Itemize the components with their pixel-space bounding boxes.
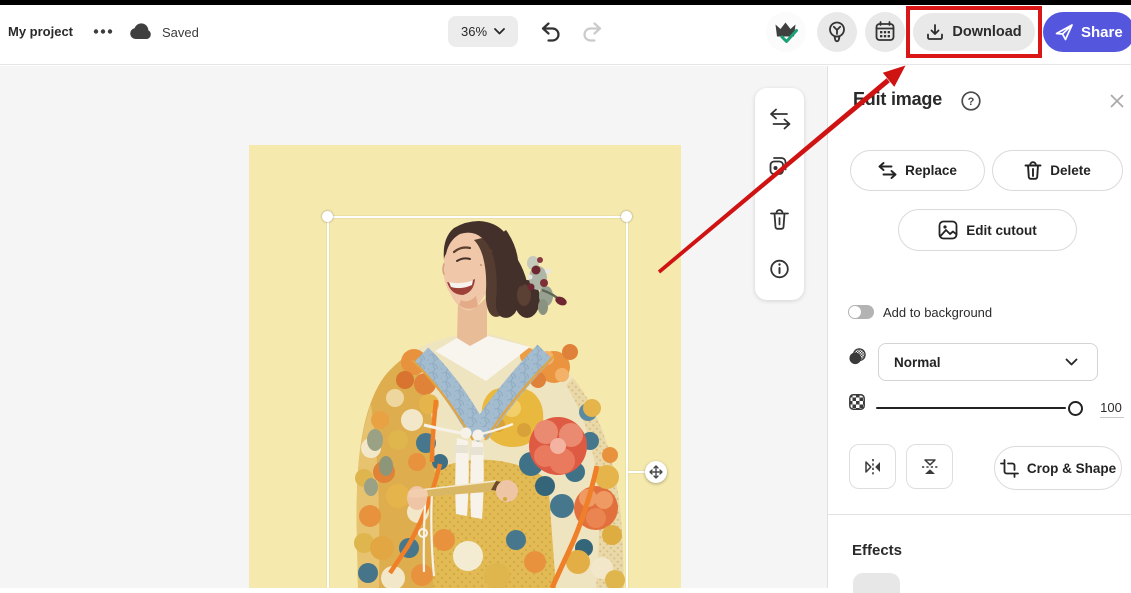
svg-text:?: ? (968, 96, 975, 108)
